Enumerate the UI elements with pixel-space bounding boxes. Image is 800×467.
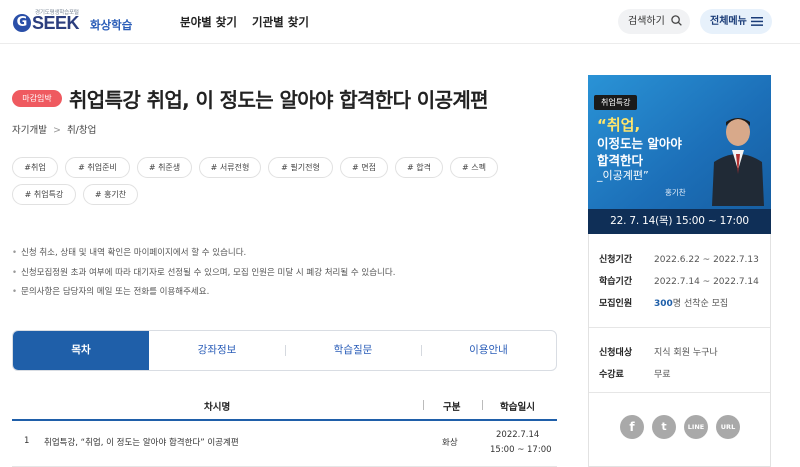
tab-questions[interactable]: 학습질문 — [285, 331, 421, 370]
session-date: 2022.7.14 — [496, 430, 540, 440]
tab-contents[interactable]: 목차 — [13, 331, 149, 370]
column-header-date: 학습일시 — [500, 402, 535, 413]
site-header: 경기도평생학습포털 G SEEK 화상학습 분야별 찾기 기관별 찾기 검색하기… — [0, 0, 800, 44]
info-capacity: 모집인원 300명 선착순 모집 — [599, 299, 729, 309]
logo-wordmark: SEEK — [32, 13, 80, 33]
divider — [589, 392, 770, 393]
thumbnail-headline: _이공계편” — [597, 169, 649, 182]
twitter-share-icon[interactable]: t — [652, 415, 676, 439]
hashtag[interactable]: # 필기전형 — [268, 157, 333, 178]
hashtag[interactable]: # 취준생 — [137, 157, 192, 178]
hamburger-icon — [751, 17, 763, 26]
thumbnail-badge: 취업특강 — [594, 95, 638, 110]
hashtag[interactable]: # 서류전형 — [199, 157, 261, 178]
instructor-name: 홍기찬 — [665, 188, 686, 197]
table-row: 1 취업특강, “취업, 이 정도는 알아야 합격한다” 이공계편 화상 202… — [12, 423, 557, 467]
column-header-session: 차시명 — [204, 402, 231, 413]
nav-by-field[interactable]: 분야별 찾기 — [180, 14, 237, 30]
status-badge: 마감임박 — [12, 90, 62, 107]
page-title: 취업특강 취업, 이 정도는 알아야 합격한다 이공계편 — [69, 88, 489, 112]
all-menu-button[interactable]: 전체메뉴 — [700, 9, 772, 34]
facebook-share-icon[interactable]: f — [620, 415, 644, 439]
nav-by-institution[interactable]: 기관별 찾기 — [252, 14, 309, 30]
notice-item: 신청모집정원 초과 여부에 따라 대기자로 선정될 수 있으며, 모집 인원은 … — [12, 264, 395, 284]
hashtag[interactable]: # 취업특강 — [12, 184, 76, 205]
url-copy-icon[interactable]: URL — [716, 415, 740, 439]
info-study-period: 학습기간 2022.7.14 ~ 2022.7.14 — [599, 277, 759, 287]
course-thumbnail: 취업특강 “취업, 이정도는 알아야 합격한다 _이공계편” 홍기찬 22. 7… — [588, 75, 771, 234]
search-icon — [671, 15, 682, 26]
thumbnail-headline: “취업, — [597, 116, 641, 134]
breadcrumb: 자기개발 > 취/창업 — [12, 122, 96, 136]
instructor-photo — [712, 118, 764, 206]
column-header-type: 구분 — [443, 402, 461, 413]
divider — [589, 327, 770, 328]
all-menu-label: 전체메뉴 — [710, 16, 747, 27]
tab-course-info[interactable]: 강좌정보 — [149, 331, 285, 370]
notice-item: 신청 취소, 상태 및 내역 확인은 마이페이지에서 할 수 있습니다. — [12, 244, 395, 264]
logo-service-name: 화상학습 — [90, 18, 133, 32]
row-number: 1 — [24, 436, 30, 446]
info-fee: 수강료 무료 — [599, 370, 671, 380]
breadcrumb-category[interactable]: 자기개발 — [12, 125, 47, 136]
chevron-right-icon: > — [52, 125, 61, 136]
gseek-logo[interactable]: 경기도평생학습포털 G SEEK 화상학습 — [13, 8, 143, 36]
line-share-icon[interactable]: LINE — [684, 415, 708, 439]
info-apply-period: 신청기간 2022.6.22 ~ 2022.7.13 — [599, 255, 759, 265]
hashtag[interactable]: # 합격 — [395, 157, 443, 178]
hashtag[interactable]: #취업 — [12, 157, 58, 178]
hashtag[interactable]: # 홍기찬 — [83, 184, 138, 205]
hashtag[interactable]: # 취업준비 — [65, 157, 130, 178]
info-target: 신청대상 지식 회원 누구나 — [599, 348, 718, 358]
search-button[interactable]: 검색하기 — [618, 9, 690, 34]
table-header: 차시명 구분 학습일시 — [12, 393, 557, 421]
session-time: 15:00 ~ 17:00 — [490, 445, 552, 455]
thumbnail-date: 22. 7. 14(목) 15:00 ~ 17:00 — [588, 209, 771, 234]
notice-item: 문의사항은 담당자의 메일 또는 전화를 이용해주세요. — [12, 283, 395, 303]
tab-guide[interactable]: 이용안내 — [421, 331, 556, 370]
course-tabs: 목차 강좌정보 학습질문 이용안내 — [12, 330, 557, 371]
hashtag[interactable]: # 스펙 — [450, 157, 498, 178]
hashtag[interactable]: # 면접 — [340, 157, 388, 178]
breadcrumb-subcategory[interactable]: 취/창업 — [67, 125, 96, 136]
logo-g-mark: G — [13, 14, 31, 32]
session-title: 취업특강, “취업, 이 정도는 알아야 합격한다” 이공계편 — [44, 438, 239, 448]
session-type: 화상 — [442, 438, 458, 448]
search-button-label: 검색하기 — [628, 16, 665, 27]
course-info-panel: 신청기간 2022.6.22 ~ 2022.7.13 학습기간 2022.7.14 … — [588, 234, 771, 467]
column-divider — [423, 400, 424, 410]
notice-list: 신청 취소, 상태 및 내역 확인은 마이페이지에서 할 수 있습니다. 신청모… — [12, 244, 395, 303]
column-divider — [482, 400, 483, 410]
